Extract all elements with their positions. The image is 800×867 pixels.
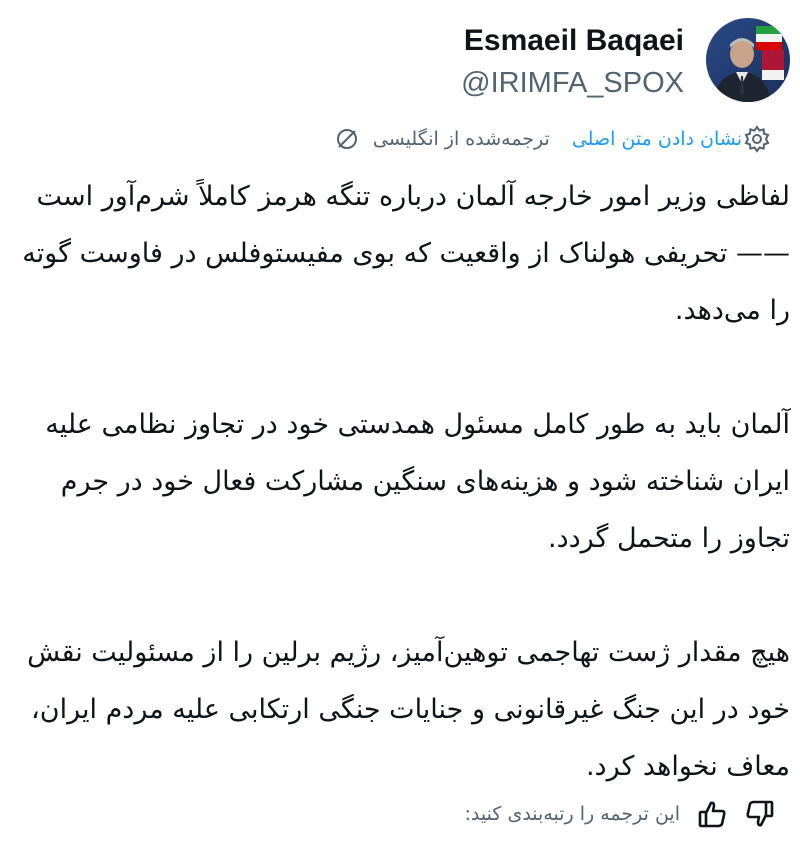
- tweet-header: Esmaeil Baqaei @IRIMFA_SPOX: [461, 18, 790, 114]
- user-handle[interactable]: @IRIMFA_SPOX: [461, 64, 684, 102]
- translate-globe-icon: [336, 129, 357, 149]
- rate-translation-label: این ترجمه را رتبه‌بندی کنید:: [464, 803, 680, 825]
- tweet-paragraph: لفاظی وزیر امور خارجه آلمان درباره تنگه …: [22, 181, 790, 326]
- tweet-paragraph: آلمان باید به طور کامل مسئول همدستی خود …: [45, 409, 790, 554]
- show-original-link[interactable]: نشان دادن متن اصلی: [572, 128, 742, 150]
- display-name[interactable]: Esmaeil Baqaei: [461, 22, 684, 60]
- gear-icon[interactable]: [742, 124, 772, 154]
- profile-photo-icon: [706, 18, 790, 102]
- tweet-card: Esmaeil Baqaei @IRIMFA_SPOX ترجمه‌شده از…: [0, 0, 800, 867]
- avatar[interactable]: [706, 18, 790, 102]
- author-names: Esmaeil Baqaei @IRIMFA_SPOX: [461, 18, 684, 102]
- tweet-text: لفاظی وزیر امور خارجه آلمان درباره تنگه …: [10, 168, 790, 852]
- tweet-paragraph: هیچ مقدار ژست تهاجمی توهین‌آمیز، رژیم بر…: [27, 637, 790, 782]
- translation-bar: ترجمه‌شده از انگلیسی نشان دادن متن اصلی: [329, 122, 772, 156]
- thumbs-down-icon[interactable]: [744, 798, 776, 830]
- translated-from-label: ترجمه‌شده از انگلیسی: [372, 128, 550, 150]
- rate-translation-bar: این ترجمه را رتبه‌بندی کنید:: [447, 792, 776, 836]
- thumbs-up-icon[interactable]: [696, 798, 728, 830]
